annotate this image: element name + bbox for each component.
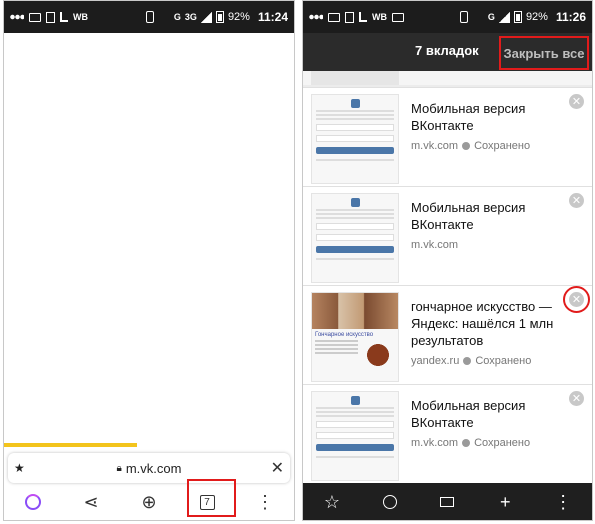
document-icon	[345, 11, 354, 23]
menu-button[interactable]: ⋮	[546, 485, 580, 519]
tab-card[interactable]: Мобильная версия ВКонтакте m.vk.com Сохр…	[303, 384, 592, 485]
wifi-icon	[471, 12, 484, 22]
tabs-bottom-toolbar: ☆ + ⋮	[303, 483, 592, 520]
bottom-toolbar: ⋖ ⊕ 7 ⋮	[4, 483, 294, 520]
plus-icon: +	[500, 491, 511, 512]
usb-icon	[359, 12, 367, 22]
left-phone-screen: WB G 3G 92% 11:24 ★ 🔒︎ m.vk.com ✕ ⋖ ⊕ 7 …	[3, 0, 295, 521]
alice-button[interactable]	[16, 485, 50, 519]
add-tab-icon: ⊕	[141, 491, 157, 512]
vk-logo-icon	[350, 99, 360, 108]
mail-icon	[29, 12, 41, 22]
previous-tab-partial	[303, 71, 592, 85]
bookmarks-button[interactable]: ☆	[315, 485, 349, 519]
close-all-button[interactable]: Закрыть все	[499, 36, 589, 70]
tab-card[interactable]: Мобильная версия ВКонтакте m.vk.com Сохр…	[303, 87, 592, 188]
saved-icon	[462, 142, 471, 150]
close-tab-icon[interactable]: ✕	[569, 391, 584, 406]
network-label: WB	[73, 12, 88, 22]
tab-title: гончарное искусство — Яндекс: нашёлся 1 …	[411, 299, 554, 348]
star-icon[interactable]: ★	[14, 461, 34, 475]
page-load-progress	[4, 443, 138, 447]
tab-domain: m.vk.com	[411, 437, 459, 449]
tabs-header: 7 вкладок Закрыть все	[303, 33, 592, 71]
battery-icon	[513, 11, 522, 23]
url-field[interactable]: 🔒︎ m.vk.com	[34, 461, 264, 476]
close-tab-icon[interactable]: ✕	[569, 193, 584, 208]
status-bar: WB G 3G 92% 11:24	[4, 1, 294, 33]
tab-domain: m.vk.com	[411, 239, 459, 251]
tab-domain: m.vk.com	[411, 140, 459, 152]
star-icon: ☆	[323, 491, 340, 512]
saved-icon	[463, 357, 472, 365]
signal-label: G	[173, 12, 181, 22]
tab-thumbnail	[311, 391, 399, 481]
right-phone-screen: WB G 92% 11:26 7 вкладок Закрыть все Моб…	[302, 0, 593, 521]
status-bar: WB G 92% 11:26	[303, 1, 592, 33]
signal-label: 3G	[184, 12, 197, 22]
signal-icon	[200, 11, 212, 23]
tab-thumbnail	[311, 94, 399, 184]
history-button[interactable]	[373, 485, 407, 519]
new-tab-button[interactable]: +	[488, 485, 522, 519]
saved-icon	[462, 439, 471, 447]
tab-domain: yandex.ru	[411, 355, 460, 367]
share-button[interactable]: ⋖	[74, 485, 108, 519]
tab-status: Сохранено	[474, 437, 531, 449]
tab-title: Мобильная версия ВКонтакте	[411, 200, 526, 232]
tab-thumbnail: Гончарное искусство	[311, 292, 399, 382]
pot-image	[362, 337, 394, 367]
clock: 11:26	[555, 10, 586, 24]
battery-percent: 92%	[227, 11, 250, 23]
share-icon: ⋖	[83, 491, 99, 512]
sms-icon	[392, 12, 404, 22]
vk-logo-icon	[350, 396, 360, 405]
battery-icon	[215, 11, 224, 23]
more-icon: ⋮	[554, 491, 573, 512]
url-text: m.vk.com	[125, 460, 182, 476]
pottery-image	[312, 293, 398, 329]
tabs-button-highlight	[187, 479, 236, 517]
tab-title: Мобильная версия ВКонтакте	[411, 398, 526, 430]
lock-icon: 🔒︎	[116, 462, 122, 474]
vk-logo-icon	[350, 198, 360, 207]
clock: 11:24	[257, 10, 288, 24]
more-icon: ⋮	[256, 491, 274, 512]
devices-button[interactable]	[430, 485, 464, 519]
devices-icon	[440, 497, 455, 507]
tab-thumbnail	[311, 193, 399, 283]
tab-card[interactable]: Мобильная версия ВКонтакте m.vk.com ✕	[303, 186, 592, 287]
close-tab-icon[interactable]: ✕	[563, 286, 590, 313]
mail-icon	[328, 12, 340, 22]
close-tab-icon[interactable]: ✕	[569, 94, 584, 109]
vibrate-icon	[145, 11, 154, 23]
history-icon	[382, 495, 397, 509]
notification-dots-icon	[309, 14, 323, 20]
network-label: WB	[372, 12, 387, 22]
close-icon[interactable]: ✕	[264, 458, 284, 478]
tab-status: Сохранено	[474, 140, 531, 152]
notification-dots-icon	[10, 14, 24, 20]
battery-percent: 92%	[525, 11, 548, 23]
signal-icon	[498, 11, 510, 23]
tab-title: Мобильная версия ВКонтакте	[411, 101, 526, 133]
tab-status: Сохранено	[475, 355, 532, 367]
tab-card[interactable]: Гончарное искусство гончарное искусство …	[303, 285, 592, 386]
omnibox[interactable]: ★ 🔒︎ m.vk.com ✕	[8, 453, 290, 483]
usb-icon	[60, 12, 68, 22]
signal-label: G	[487, 12, 495, 22]
alice-icon	[25, 494, 41, 510]
menu-button[interactable]: ⋮	[248, 485, 282, 519]
document-icon	[46, 11, 55, 23]
wifi-icon	[157, 12, 170, 22]
tabs-title: 7 вкладок	[415, 43, 479, 58]
vibrate-icon	[459, 11, 468, 23]
add-tab-button[interactable]: ⊕	[132, 485, 166, 519]
